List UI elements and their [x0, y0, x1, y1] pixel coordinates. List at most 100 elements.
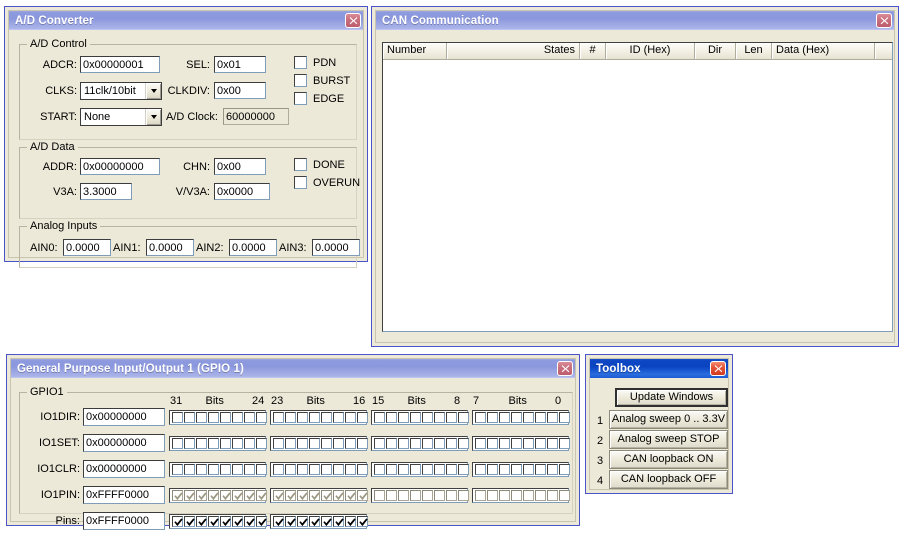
gpio-bit-checkbox[interactable] — [272, 516, 284, 527]
gpio-bit-checkbox[interactable] — [171, 438, 183, 449]
gpio-bit-checkbox[interactable] — [195, 464, 207, 475]
gpio-bit-checkbox[interactable] — [207, 516, 219, 527]
gpio-bit-checkbox[interactable] — [308, 464, 320, 475]
can-column-header[interactable]: Number — [383, 43, 447, 60]
gpio-bit-checkbox[interactable] — [498, 412, 510, 423]
gpio-bit-checkbox[interactable] — [207, 412, 219, 423]
can-column-header[interactable] — [875, 43, 892, 60]
gpio-bit-checkbox[interactable] — [344, 412, 356, 423]
gpio-bit-checkbox[interactable] — [433, 438, 445, 449]
gpio-bit-checkbox[interactable] — [445, 412, 457, 423]
gpio-bit-checkbox[interactable] — [171, 464, 183, 475]
ain0-field[interactable] — [63, 239, 111, 256]
window-can-communication[interactable]: CAN Communication Number States # ID (Hex) D… — [371, 6, 899, 347]
ain2-field[interactable] — [229, 239, 277, 256]
gpio-bit-checkbox[interactable] — [284, 516, 296, 527]
gpio-bit-checkbox[interactable] — [308, 516, 320, 527]
gpio-bit-group[interactable] — [270, 488, 368, 503]
window-toolbox[interactable]: Toolbox Update Windows 1 Analog sweep 0 .… — [585, 354, 733, 494]
gpio-bit-checkbox[interactable] — [546, 438, 558, 449]
gpio-bit-checkbox[interactable] — [474, 438, 486, 449]
edge-checkbox[interactable] — [294, 92, 307, 105]
gpio-bit-checkbox[interactable] — [284, 438, 296, 449]
gpio-bit-checkbox[interactable] — [356, 412, 368, 423]
gpio-bit-checkbox[interactable] — [534, 464, 546, 475]
gpio-bit-checkbox[interactable] — [486, 412, 498, 423]
gpio-bit-checkbox[interactable] — [421, 412, 433, 423]
gpio-bit-checkbox[interactable] — [296, 464, 308, 475]
gpio-bit-checkbox[interactable] — [183, 464, 195, 475]
ain1-field[interactable] — [146, 239, 194, 256]
gpio-bit-checkbox[interactable] — [332, 464, 344, 475]
gpio-bit-checkbox[interactable] — [207, 464, 219, 475]
gpio-bit-checkbox[interactable] — [421, 438, 433, 449]
gpio-register-field[interactable] — [83, 434, 165, 452]
gpio-bit-checkbox[interactable] — [296, 412, 308, 423]
gpio-bit-checkbox[interactable] — [255, 464, 267, 475]
gpio-bit-checkbox[interactable] — [486, 438, 498, 449]
can-column-header[interactable]: ID (Hex) — [606, 43, 695, 60]
can-column-header[interactable]: Dir — [695, 43, 736, 60]
gpio-bit-checkbox[interactable] — [344, 516, 356, 527]
toolbox-action-button[interactable]: CAN loopback OFF — [609, 470, 728, 489]
gpio-bit-checkbox[interactable] — [457, 438, 469, 449]
gpio-bit-checkbox[interactable] — [510, 412, 522, 423]
gpio-bit-checkbox[interactable] — [474, 412, 486, 423]
gpio-bit-group[interactable] — [472, 410, 570, 425]
addr-field[interactable] — [80, 158, 160, 175]
gpio-bit-checkbox[interactable] — [397, 464, 409, 475]
gpio-bit-checkbox[interactable] — [546, 412, 558, 423]
gpio-bit-checkbox[interactable] — [231, 438, 243, 449]
gpio-bit-checkbox[interactable] — [195, 516, 207, 527]
gpio-bit-checkbox[interactable] — [421, 464, 433, 475]
gpio-register-field[interactable] — [83, 486, 165, 504]
gpio-bit-checkbox[interactable] — [296, 516, 308, 527]
gpio-bit-group[interactable] — [371, 410, 469, 425]
gpio-bit-checkbox[interactable] — [510, 464, 522, 475]
gpio-bit-group[interactable] — [270, 462, 368, 477]
v3a-field[interactable] — [80, 183, 132, 200]
gpio-bit-checkbox[interactable] — [332, 412, 344, 423]
gpio-bit-checkbox[interactable] — [409, 438, 421, 449]
titlebar-toolbox[interactable]: Toolbox — [590, 359, 728, 378]
gpio-bit-checkbox[interactable] — [308, 438, 320, 449]
window-gpio1[interactable]: General Purpose Input/Output 1 (GPIO 1) … — [6, 354, 580, 530]
gpio-bit-group[interactable] — [169, 410, 267, 425]
gpio-bit-checkbox[interactable] — [373, 412, 385, 423]
titlebar-gpio1[interactable]: General Purpose Input/Output 1 (GPIO 1) — [11, 359, 575, 378]
gpio-bit-checkbox[interactable] — [498, 464, 510, 475]
ain3-field[interactable] — [312, 239, 360, 256]
gpio-bit-checkbox[interactable] — [445, 464, 457, 475]
gpio-bit-checkbox[interactable] — [356, 516, 368, 527]
gpio-bit-group[interactable] — [472, 436, 570, 451]
clkdiv-field[interactable] — [214, 82, 266, 99]
gpio-bit-checkbox[interactable] — [272, 464, 284, 475]
can-column-header[interactable]: # — [580, 43, 606, 60]
gpio-bit-group[interactable] — [270, 514, 368, 529]
gpio-bit-checkbox[interactable] — [397, 438, 409, 449]
gpio-bit-checkbox[interactable] — [320, 412, 332, 423]
gpio-bit-group[interactable] — [270, 410, 368, 425]
gpio-bit-checkbox[interactable] — [255, 516, 267, 527]
gpio-bit-checkbox[interactable] — [474, 464, 486, 475]
gpio-bit-checkbox[interactable] — [332, 516, 344, 527]
gpio-bit-checkbox[interactable] — [546, 464, 558, 475]
burst-checkbox[interactable] — [294, 74, 307, 87]
chn-field[interactable] — [214, 158, 266, 175]
gpio-bit-checkbox[interactable] — [284, 412, 296, 423]
close-icon[interactable] — [557, 361, 573, 376]
gpio-bit-checkbox[interactable] — [255, 412, 267, 423]
gpio-bit-checkbox[interactable] — [308, 412, 320, 423]
gpio-bit-checkbox[interactable] — [183, 412, 195, 423]
done-checkbox[interactable] — [294, 158, 307, 171]
gpio-bit-checkbox[interactable] — [296, 438, 308, 449]
close-icon[interactable] — [876, 13, 892, 28]
window-ad-converter[interactable]: A/D Converter A/D Control ADCR: SEL: CLK… — [4, 6, 368, 268]
gpio-bit-group[interactable] — [371, 488, 469, 503]
gpio-bit-checkbox[interactable] — [373, 438, 385, 449]
close-icon[interactable] — [345, 13, 361, 28]
adcr-field[interactable] — [80, 56, 160, 73]
gpio-bit-checkbox[interactable] — [457, 464, 469, 475]
gpio-bit-checkbox[interactable] — [207, 438, 219, 449]
overun-checkbox[interactable] — [294, 176, 307, 189]
